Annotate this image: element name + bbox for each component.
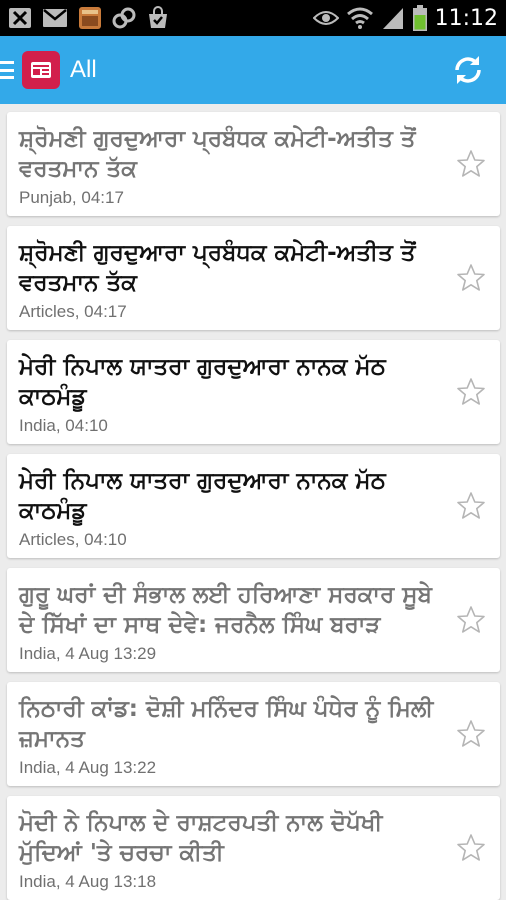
article-title: ਸ਼੍ਰੋਮਣੀ ਗੁਰਦੁਆਰਾ ਪ੍ਰਬੰਧਕ ਕਮੇਟੀ-ਅਤੀਤ ਤੋਂ…: [19, 126, 416, 182]
status-time: 11:12: [434, 5, 498, 31]
menu-icon[interactable]: [0, 61, 14, 79]
article-title: ਮੋਦੀ ਨੇ ਨਿਪਾਲ ਦੇ ਰਾਸ਼ਟਰਪਤੀ ਨਾਲ ਦੋਪੱਖੀ ਮੁ…: [19, 810, 383, 866]
eye-icon: [312, 9, 339, 27]
star-icon[interactable]: [456, 491, 486, 521]
star-icon[interactable]: [456, 833, 486, 863]
article-meta: India, 4 Aug 13:22: [19, 758, 157, 777]
article-card[interactable]: ਮੋਦੀ ਨੇ ਨਿਪਾਲ ਦੇ ਰਾਸ਼ਟਰਪਤੀ ਨਾਲ ਦੋਪੱਖੀ ਮੁ…: [7, 796, 500, 900]
app-bar: All: [0, 36, 506, 104]
article-title: ਮੇਰੀ ਨਿਪਾਲ ਯਾਤਰਾ ਗੁਰਦੁਆਰਾ ਨਾਨਕ ਮੱਠ ਕਾਠਮੰ…: [19, 468, 386, 524]
close-box-icon: [8, 7, 32, 29]
signal-icon: [381, 6, 405, 30]
article-title: ਗੁਰੂ ਘਰਾਂ ਦੀ ਸੰਭਾਲ ਲਈ ਹਰਿਆਣਾ ਸਰਕਾਰ ਸੂਬੇ …: [19, 582, 432, 638]
article-meta: India, 04:10: [19, 416, 108, 435]
page-title[interactable]: All: [70, 56, 97, 84]
star-icon[interactable]: [456, 377, 486, 407]
star-icon[interactable]: [456, 719, 486, 749]
refresh-icon[interactable]: [450, 52, 486, 88]
article-meta: Articles, 04:17: [19, 302, 127, 321]
article-card[interactable]: ਸ਼੍ਰੋਮਣੀ ਗੁਰਦੁਆਰਾ ਪ੍ਰਬੰਧਕ ਕਮੇਟੀ-ਅਤੀਤ ਤੋਂ…: [7, 226, 500, 330]
link-icon: [112, 6, 136, 30]
system-icons: 11:12: [312, 5, 498, 31]
app-thumbnail-icon: [78, 6, 102, 30]
star-icon[interactable]: [456, 605, 486, 635]
star-icon[interactable]: [456, 263, 486, 293]
star-icon[interactable]: [456, 149, 486, 179]
article-meta: Articles, 04:10: [19, 530, 127, 549]
app-logo-icon[interactable]: [22, 51, 60, 89]
article-meta: Punjab, 04:17: [19, 188, 124, 207]
wifi-icon: [346, 7, 373, 29]
notification-icons: [8, 6, 170, 30]
article-title: ਸ਼੍ਰੋਮਣੀ ਗੁਰਦੁਆਰਾ ਪ੍ਰਬੰਧਕ ਕਮੇਟੀ-ਅਤੀਤ ਤੋਂ…: [19, 240, 416, 296]
shopping-bag-icon: [146, 6, 170, 30]
article-list: ਸ਼੍ਰੋਮਣੀ ਗੁਰਦੁਆਰਾ ਪ੍ਰਬੰਧਕ ਕਮੇਟੀ-ਅਤੀਤ ਤੋਂ…: [0, 104, 506, 900]
gmail-icon: [42, 8, 68, 28]
article-title: ਮੇਰੀ ਨਿਪਾਲ ਯਾਤਰਾ ਗੁਰਦੁਆਰਾ ਨਾਨਕ ਮੱਠ ਕਾਠਮੰ…: [19, 354, 386, 410]
article-card[interactable]: ਮੇਰੀ ਨਿਪਾਲ ਯਾਤਰਾ ਗੁਰਦੁਆਰਾ ਨਾਨਕ ਮੱਠ ਕਾਠਮੰ…: [7, 454, 500, 558]
article-title: ਨਿਠਾਰੀ ਕਾਂਡ: ਦੋਸ਼ੀ ਮਨਿੰਦਰ ਸਿੰਘ ਪੰਧੇਰ ਨੂੰ…: [19, 696, 434, 752]
article-card[interactable]: ਮੇਰੀ ਨਿਪਾਲ ਯਾਤਰਾ ਗੁਰਦੁਆਰਾ ਨਾਨਕ ਮੱਠ ਕਾਠਮੰ…: [7, 340, 500, 444]
article-card[interactable]: ਗੁਰੂ ਘਰਾਂ ਦੀ ਸੰਭਾਲ ਲਈ ਹਰਿਆਣਾ ਸਰਕਾਰ ਸੂਬੇ …: [7, 568, 500, 672]
article-card[interactable]: ਸ਼੍ਰੋਮਣੀ ਗੁਰਦੁਆਰਾ ਪ੍ਰਬੰਧਕ ਕਮੇਟੀ-ਅਤੀਤ ਤੋਂ…: [7, 112, 500, 216]
article-meta: India, 4 Aug 13:29: [19, 644, 157, 663]
article-card[interactable]: ਨਿਠਾਰੀ ਕਾਂਡ: ਦੋਸ਼ੀ ਮਨਿੰਦਰ ਸਿੰਘ ਪੰਧੇਰ ਨੂੰ…: [7, 682, 500, 786]
status-bar: 11:12: [0, 0, 506, 36]
battery-icon: [412, 5, 427, 31]
article-meta: India, 4 Aug 13:18: [19, 872, 157, 891]
